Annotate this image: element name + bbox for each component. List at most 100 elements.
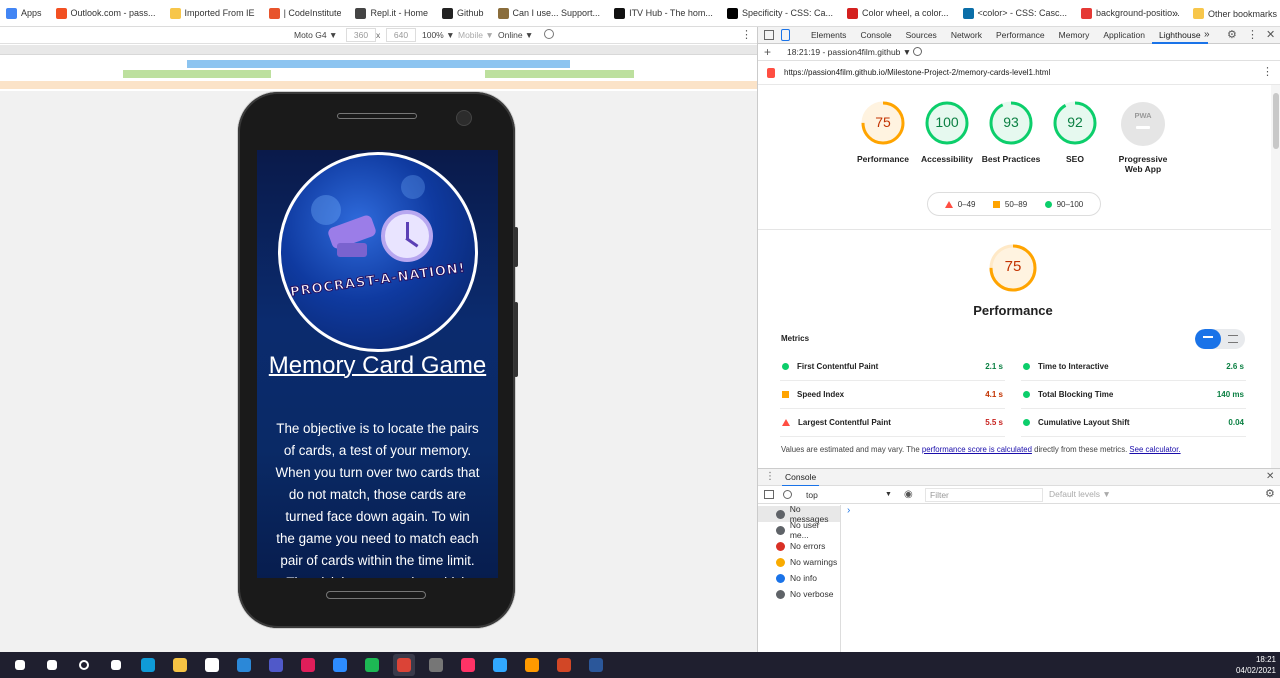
devtools-menu-icon[interactable]: ⋮ <box>1247 28 1258 41</box>
tab-memory[interactable]: Memory <box>1052 27 1097 44</box>
tab-lighthouse[interactable]: Lighthouse <box>1151 27 1208 44</box>
store-icon[interactable] <box>201 654 223 676</box>
height-input[interactable]: 640 <box>386 28 416 42</box>
other-bookmarks-button[interactable]: Other bookmarks <box>1193 0 1277 27</box>
see-calculator-link[interactable]: See calculator. <box>1129 445 1180 454</box>
search-icon[interactable] <box>41 654 63 676</box>
bookmark-item[interactable]: background-positio... <box>1081 0 1180 27</box>
console-sidebar-item[interactable]: No verbose <box>758 586 840 602</box>
width-input[interactable]: 360 <box>346 28 376 42</box>
new-report-icon[interactable]: + <box>764 45 771 59</box>
metric-total-blocking-time[interactable]: Total Blocking Time 140 ms <box>1021 381 1246 409</box>
spotify-icon[interactable] <box>361 654 383 676</box>
report-scrollbar[interactable] <box>1271 85 1280 468</box>
close-drawer-icon[interactable]: ✕ <box>1266 471 1274 482</box>
cortana-icon[interactable] <box>73 654 95 676</box>
drawer-tab-console[interactable]: Console <box>782 469 820 487</box>
bookmark-item[interactable]: Outlook.com - pass... <box>55 0 156 27</box>
media-query-green-bar-left[interactable] <box>123 70 271 78</box>
clear-reports-icon[interactable] <box>913 47 922 56</box>
bookmarks-overflow-button[interactable]: » <box>1172 8 1178 20</box>
bookmark-item[interactable]: ITV Hub - The hom... <box>614 0 713 27</box>
console-settings-gear-icon[interactable]: ⚙ <box>1265 487 1275 500</box>
illustrator-icon[interactable] <box>521 654 543 676</box>
teams-icon[interactable] <box>265 654 287 676</box>
zoom-icon[interactable] <box>329 654 351 676</box>
metric-time-to-interactive[interactable]: Time to Interactive 2.6 s <box>1021 353 1246 381</box>
file-explorer-icon[interactable] <box>169 654 191 676</box>
taskbar-clock[interactable]: 18:21 04/02/2021 <box>1218 654 1276 676</box>
bookmark-item[interactable]: Repl.it - Home <box>355 0 428 27</box>
gauge-seo[interactable]: 92 <box>1053 101 1097 145</box>
tab-application[interactable]: Application <box>1096 27 1152 44</box>
tab-performance[interactable]: Performance <box>989 27 1052 44</box>
console-sidebar-item[interactable]: No info <box>758 570 840 586</box>
tab-network[interactable]: Network <box>944 27 989 44</box>
bookmark-item[interactable]: Github <box>441 0 484 27</box>
gauge-best-practices[interactable]: 93 <box>989 101 1033 145</box>
media-query-orange-bar[interactable] <box>0 81 757 89</box>
pwa-badge[interactable]: PWA <box>1121 102 1165 146</box>
compact-view-button[interactable] <box>1195 329 1221 349</box>
task-view-icon[interactable] <box>105 654 127 676</box>
console-prompt[interactable]: › <box>847 505 850 516</box>
device-preset-bar[interactable] <box>0 45 757 55</box>
tab-console[interactable]: Console <box>853 27 898 44</box>
metric-largest-contentful-paint[interactable]: Largest Contentful Paint 5.5 s <box>780 409 1005 437</box>
mail-icon[interactable] <box>233 654 255 676</box>
indesign-icon[interactable] <box>457 654 479 676</box>
gauge-accessibility[interactable]: 100 <box>925 101 969 145</box>
bookmark-item[interactable]: | CodeInstitute <box>268 0 341 27</box>
settings-gear-icon[interactable]: ⚙ <box>1227 28 1237 41</box>
powerpoint-icon[interactable] <box>553 654 575 676</box>
metric-cumulative-layout-shift[interactable]: Cumulative Layout Shift 0.04 <box>1021 409 1246 437</box>
report-url[interactable]: https://passion4film.github.io/Milestone… <box>784 68 1050 77</box>
zoom-select[interactable]: 100% ▼ <box>422 30 455 40</box>
windows-start-icon[interactable] <box>9 654 31 676</box>
metric-speed-index[interactable]: Speed Index 4.1 s <box>780 381 1005 409</box>
metrics-view-toggle[interactable] <box>1195 329 1245 349</box>
metric-first-contentful-paint[interactable]: First Contentful Paint 2.1 s <box>780 353 1005 381</box>
drawer-menu-icon[interactable]: ⋮ <box>765 471 775 482</box>
bookmark-item[interactable]: Imported From IE <box>169 0 255 27</box>
live-expression-eye-icon[interactable]: ◉ <box>904 489 913 500</box>
performance-gauge-large[interactable]: 75 <box>988 243 1038 293</box>
media-query-blue-bar[interactable] <box>187 60 570 68</box>
console-sidebar-item[interactable]: No warnings <box>758 554 840 570</box>
bookmark-item[interactable]: Can I use... Support... <box>497 0 600 27</box>
rotate-icon[interactable] <box>544 29 554 39</box>
sidebar-toggle-icon[interactable] <box>764 490 774 499</box>
console-filter-input[interactable]: Filter <box>925 488 1043 502</box>
tab-elements[interactable]: Elements <box>804 27 853 44</box>
slack-icon[interactable] <box>297 654 319 676</box>
bookmark-item[interactable]: Color wheel, a color... <box>846 0 949 27</box>
inspect-element-icon[interactable] <box>764 30 774 40</box>
media-query-green-bar-right[interactable] <box>485 70 634 78</box>
clear-console-icon[interactable] <box>783 490 792 499</box>
gauge-performance[interactable]: 75 <box>861 101 905 145</box>
network-select[interactable]: Online ▼ <box>498 30 533 40</box>
bookmark-item[interactable]: Specificity - CSS: Ca... <box>726 0 833 27</box>
bookmark-item[interactable]: <color> - CSS: Casc... <box>962 0 1067 27</box>
chrome-icon[interactable] <box>393 654 415 676</box>
context-select[interactable]: top ▼ <box>800 488 892 502</box>
calculator-icon[interactable] <box>425 654 447 676</box>
more-options-icon[interactable]: ⋮ <box>741 28 752 41</box>
more-tabs-button[interactable]: » <box>1204 29 1210 40</box>
tab-sources[interactable]: Sources <box>899 27 944 44</box>
report-select[interactable]: 18:21:19 - passion4film.github ▼ <box>787 47 911 57</box>
mode-select[interactable]: Mobile ▼ <box>458 30 494 40</box>
console-sidebar-item[interactable]: No errors <box>758 538 840 554</box>
bookmark-item[interactable]: Apps <box>6 0 42 27</box>
log-levels-select[interactable]: Default levels ▼ <box>1049 489 1111 499</box>
score-calculation-link[interactable]: performance score is calculated <box>922 445 1032 454</box>
word-icon[interactable] <box>585 654 607 676</box>
device-toggle-icon[interactable] <box>781 29 790 41</box>
photoshop-icon[interactable] <box>489 654 511 676</box>
device-select[interactable]: Moto G4 ▼ <box>294 30 337 40</box>
scrollbar-thumb[interactable] <box>1273 93 1279 149</box>
edge-icon[interactable] <box>137 654 159 676</box>
console-sidebar-item[interactable]: No user me... <box>758 520 840 540</box>
report-menu-icon[interactable]: ⋮ <box>1262 65 1273 78</box>
close-devtools-icon[interactable]: ✕ <box>1266 28 1275 41</box>
